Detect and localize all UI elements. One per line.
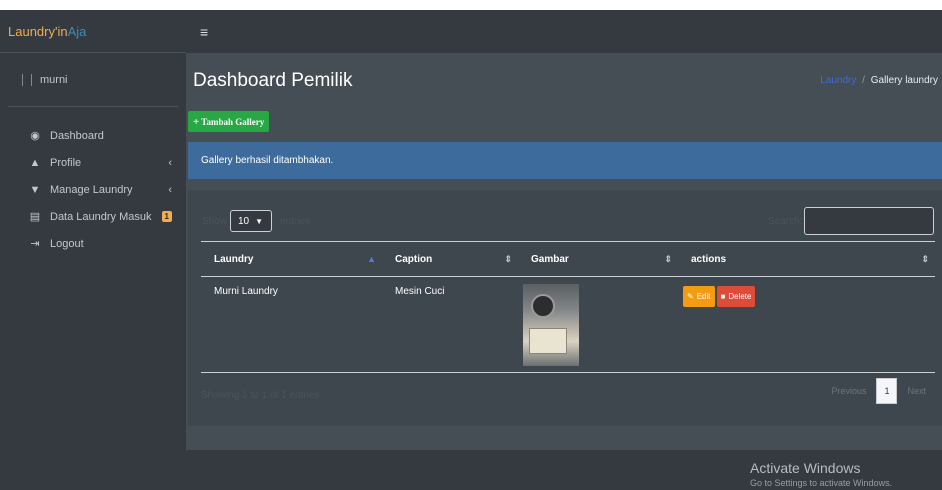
cell-laundry: Murni Laundry xyxy=(214,286,278,297)
logout-icon: ⇥ xyxy=(30,238,40,250)
entries-label: entries xyxy=(280,216,311,227)
entries-select[interactable]: 10 ▼ xyxy=(230,210,272,232)
table-header: Laundry ▲ Caption ⇕ Gambar ⇕ actions ⇕ xyxy=(201,241,935,277)
alert-text: Gallery berhasil ditambhakan. xyxy=(201,155,334,166)
edit-icon: ✎ xyxy=(687,292,694,301)
washing-machine-image xyxy=(523,284,579,366)
edit-button[interactable]: ✎ Edit xyxy=(683,286,715,307)
sort-icon: ⇕ xyxy=(504,253,512,264)
chevron-left-icon: ‹ xyxy=(168,183,172,196)
column-header-label: Gambar xyxy=(531,253,569,265)
sidebar-item-label: Data Laundry Masuk xyxy=(50,210,152,223)
page-title: Dashboard Pemilik xyxy=(193,70,353,91)
column-header-actions[interactable]: actions ⇕ xyxy=(678,242,935,276)
column-header-label: Laundry xyxy=(214,253,254,265)
pagination-next[interactable]: Next xyxy=(899,378,934,404)
trash-icon: ■ xyxy=(720,292,726,301)
pagination: Previous 1 Next xyxy=(823,378,934,404)
edit-label: Edit xyxy=(696,292,711,301)
pagination-previous[interactable]: Previous xyxy=(823,378,874,404)
add-gallery-label: Tambah Gallery xyxy=(201,116,265,127)
breadcrumb-current: Gallery laundry xyxy=(870,75,938,86)
pagination-page-1[interactable]: 1 xyxy=(876,378,898,404)
hamburger-menu-icon[interactable]: ≡ xyxy=(200,24,208,40)
column-header-label: Caption xyxy=(395,253,433,265)
notification-badge: 1 xyxy=(161,211,172,222)
user-icon: ▲ xyxy=(29,156,41,169)
thumb-body xyxy=(529,328,567,354)
sidebar-item-label: Manage Laundry xyxy=(50,183,133,196)
sidebar-item-profile[interactable]: ▲ Profile ‹ xyxy=(0,150,186,175)
document-icon: ▤ xyxy=(29,211,41,223)
breadcrumb-link-laundry[interactable]: Laundry xyxy=(820,75,856,86)
delete-button[interactable]: ■ Delete xyxy=(716,286,756,307)
add-gallery-button[interactable]: + Tambah Gallery xyxy=(188,111,270,132)
sidebar-item-data-laundry-masuk[interactable]: ▤ Data Laundry Masuk 1 xyxy=(0,204,186,229)
sidebar-nav: ◉ Dashboard ▲ Profile ‹ ▼ Manage Laundry… xyxy=(0,123,186,256)
brand-link[interactable]: Laundry'in Aja xyxy=(0,10,186,53)
user-name: murni xyxy=(40,73,68,86)
delete-label: Delete xyxy=(728,292,752,301)
sidebar-item-label: Logout xyxy=(50,237,84,250)
sidebar-item-dashboard[interactable]: ◉ Dashboard xyxy=(0,123,186,148)
column-header-laundry[interactable]: Laundry ▲ xyxy=(201,242,382,276)
entries-value: 10 xyxy=(238,215,250,227)
search-input[interactable] xyxy=(804,207,934,235)
column-header-gambar[interactable]: Gambar ⇕ xyxy=(518,242,678,276)
gallery-table: Laundry ▲ Caption ⇕ Gambar ⇕ actions ⇕ M… xyxy=(201,241,935,373)
windows-activation-watermark: Activate Windows Go to Settings to activ… xyxy=(750,460,892,488)
sidebar-item-label: Profile xyxy=(50,156,82,169)
sidebar-item-manage-laundry[interactable]: ▼ Manage Laundry ‹ xyxy=(0,177,186,202)
gallery-card: Show 10 ▼ entries Search: Laundry ▲ Capt… xyxy=(188,190,942,426)
sort-icon: ⇕ xyxy=(921,253,929,264)
brand-suffix: Aja xyxy=(67,23,87,39)
sidebar: Laundry'in Aja murni ◉ Dashboard ▲ Profil… xyxy=(0,10,186,490)
table-info: Showing 1 to 1 of 1 entries xyxy=(201,390,320,401)
breadcrumb: Laundry / Gallery laundry xyxy=(820,75,938,86)
sort-icon: ⇕ xyxy=(664,253,672,264)
user-panel[interactable]: murni xyxy=(8,53,178,107)
action-buttons: ✎ Edit ■ Delete xyxy=(683,286,935,307)
chevron-left-icon: ‹ xyxy=(168,156,172,169)
cell-caption: Mesin Cuci xyxy=(395,286,445,297)
breadcrumb-separator: / xyxy=(862,75,865,86)
avatar xyxy=(22,73,32,86)
chevron-down-icon: ▼ xyxy=(255,216,264,226)
cell-actions: ✎ Edit ■ Delete xyxy=(678,277,935,372)
top-strip xyxy=(0,0,942,10)
sidebar-item-logout[interactable]: ⇥ Logout xyxy=(0,231,186,256)
column-header-label: actions xyxy=(691,253,727,265)
dashboard-icon: ◉ xyxy=(30,130,40,142)
sidebar-item-label: Dashboard xyxy=(50,129,104,142)
success-alert: Gallery berhasil ditambhakan. xyxy=(188,142,942,179)
plus-icon: + xyxy=(193,115,200,128)
column-header-caption[interactable]: Caption ⇕ xyxy=(382,242,518,276)
table-row: Murni Laundry Mesin Cuci ✎ Edit ■ Delete xyxy=(201,277,935,373)
search-label: Search: xyxy=(768,216,803,227)
sort-asc-icon: ▲ xyxy=(367,254,376,264)
thumb-drum xyxy=(531,294,555,318)
watermark-title: Activate Windows xyxy=(750,460,861,476)
shirt-icon: ▼ xyxy=(29,183,41,196)
top-navbar: ≡ xyxy=(186,10,942,53)
brand-name: Laundry'in xyxy=(8,23,68,39)
show-label: Show xyxy=(202,216,228,227)
cell-gambar xyxy=(518,277,678,372)
watermark-subtitle: Go to Settings to activate Windows. xyxy=(750,478,893,488)
